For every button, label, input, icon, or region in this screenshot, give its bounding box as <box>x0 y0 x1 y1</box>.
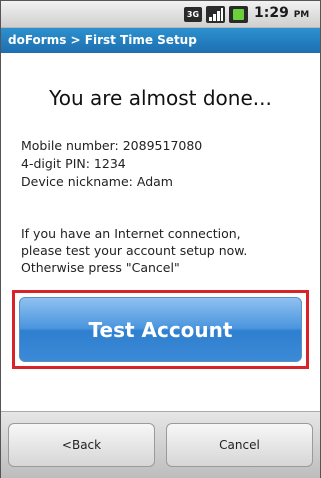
mobile-number-text: Mobile number: 2089517080 <box>21 138 203 153</box>
3g-icon: 3G <box>184 7 202 22</box>
battery-icon <box>229 6 248 23</box>
status-time-value: 1:29 <box>254 5 289 21</box>
signal-icon <box>206 6 225 23</box>
cancel-button[interactable]: Cancel <box>166 423 313 467</box>
instruction-line: Otherwise press "Cancel" <box>21 260 180 275</box>
device-nickname-text: Device nickname: Adam <box>21 174 173 189</box>
heading: You are almost done... <box>49 86 272 110</box>
status-ampm: PM <box>293 10 310 20</box>
test-account-button[interactable]: Test Account <box>19 297 302 362</box>
back-button[interactable]: <Back <box>8 423 155 467</box>
status-time: 1:29 PM <box>254 5 309 21</box>
status-bar: 3G 1:29 PM <box>1 1 320 28</box>
page-title: doForms > First Time Setup <box>8 33 197 47</box>
title-bar: doForms > First Time Setup <box>1 28 320 53</box>
instruction-line: If you have an Internet connection, <box>21 226 241 241</box>
instruction-line: please test your account setup now. <box>21 243 248 258</box>
pin-text: 4-digit PIN: 1234 <box>21 156 126 171</box>
